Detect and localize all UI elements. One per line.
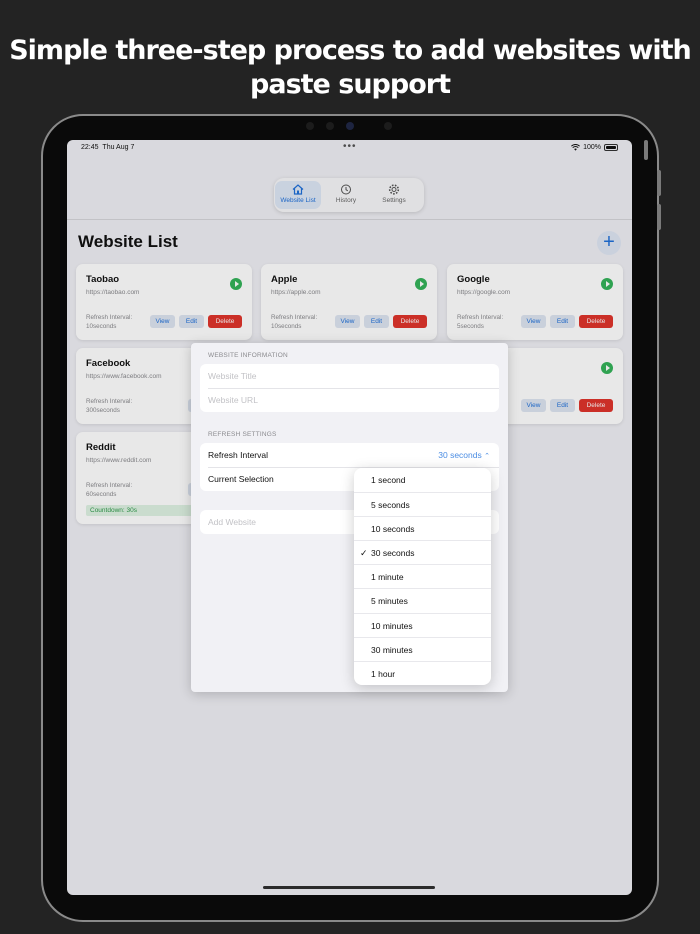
refresh-interval-menu: 1 second 5 seconds 10 seconds ✓ 30 second… xyxy=(354,468,491,685)
menu-item-1-hour[interactable]: 1 hour xyxy=(354,660,491,685)
home-indicator[interactable] xyxy=(263,886,435,889)
website-info-group: Website Title Website URL xyxy=(200,364,499,412)
headline-line-2: paste support xyxy=(250,69,451,100)
website-info-header: WEBSITE INFORMATION xyxy=(208,352,288,359)
checkmark-icon: ✓ xyxy=(360,548,368,559)
menu-item-1-minute[interactable]: 1 minute xyxy=(354,564,491,588)
website-title-field[interactable]: Website Title xyxy=(200,364,499,388)
menu-item-30-minutes[interactable]: 30 minutes xyxy=(354,636,491,661)
refresh-interval-picker[interactable]: 30 seconds ⌃ xyxy=(438,443,490,469)
menu-item-1-second[interactable]: 1 second xyxy=(354,468,491,492)
camera-lens-icon xyxy=(346,122,354,130)
sensor-icon xyxy=(384,122,392,130)
camera-icon xyxy=(306,122,314,130)
menu-item-10-seconds[interactable]: 10 seconds xyxy=(354,516,491,540)
menu-item-10-minutes[interactable]: 10 minutes xyxy=(354,612,491,637)
refresh-settings-header: REFRESH SETTINGS xyxy=(208,431,277,438)
current-selection-label: Current Selection xyxy=(208,474,274,484)
website-url-field[interactable]: Website URL xyxy=(200,388,499,412)
refresh-interval-row[interactable]: Refresh Interval 30 seconds ⌃ xyxy=(200,443,499,467)
volume-up-button xyxy=(657,170,661,196)
headline: Simple three-step process to add website… xyxy=(0,34,700,102)
headline-line-1: Simple three-step process to add website… xyxy=(9,35,692,66)
menu-item-5-seconds[interactable]: 5 seconds xyxy=(354,492,491,516)
menu-item-30-seconds[interactable]: ✓ 30 seconds xyxy=(354,540,491,564)
chevron-updown-icon: ⌃ xyxy=(484,453,490,460)
top-button xyxy=(644,140,648,160)
refresh-interval-label: Refresh Interval xyxy=(208,450,268,460)
menu-item-5-minutes[interactable]: 5 minutes xyxy=(354,588,491,612)
app-screen: 22:45 Thu Aug 7 ••• 100% Website List Hi… xyxy=(67,140,632,895)
volume-down-button xyxy=(657,204,661,230)
sensor-icon xyxy=(326,122,334,130)
